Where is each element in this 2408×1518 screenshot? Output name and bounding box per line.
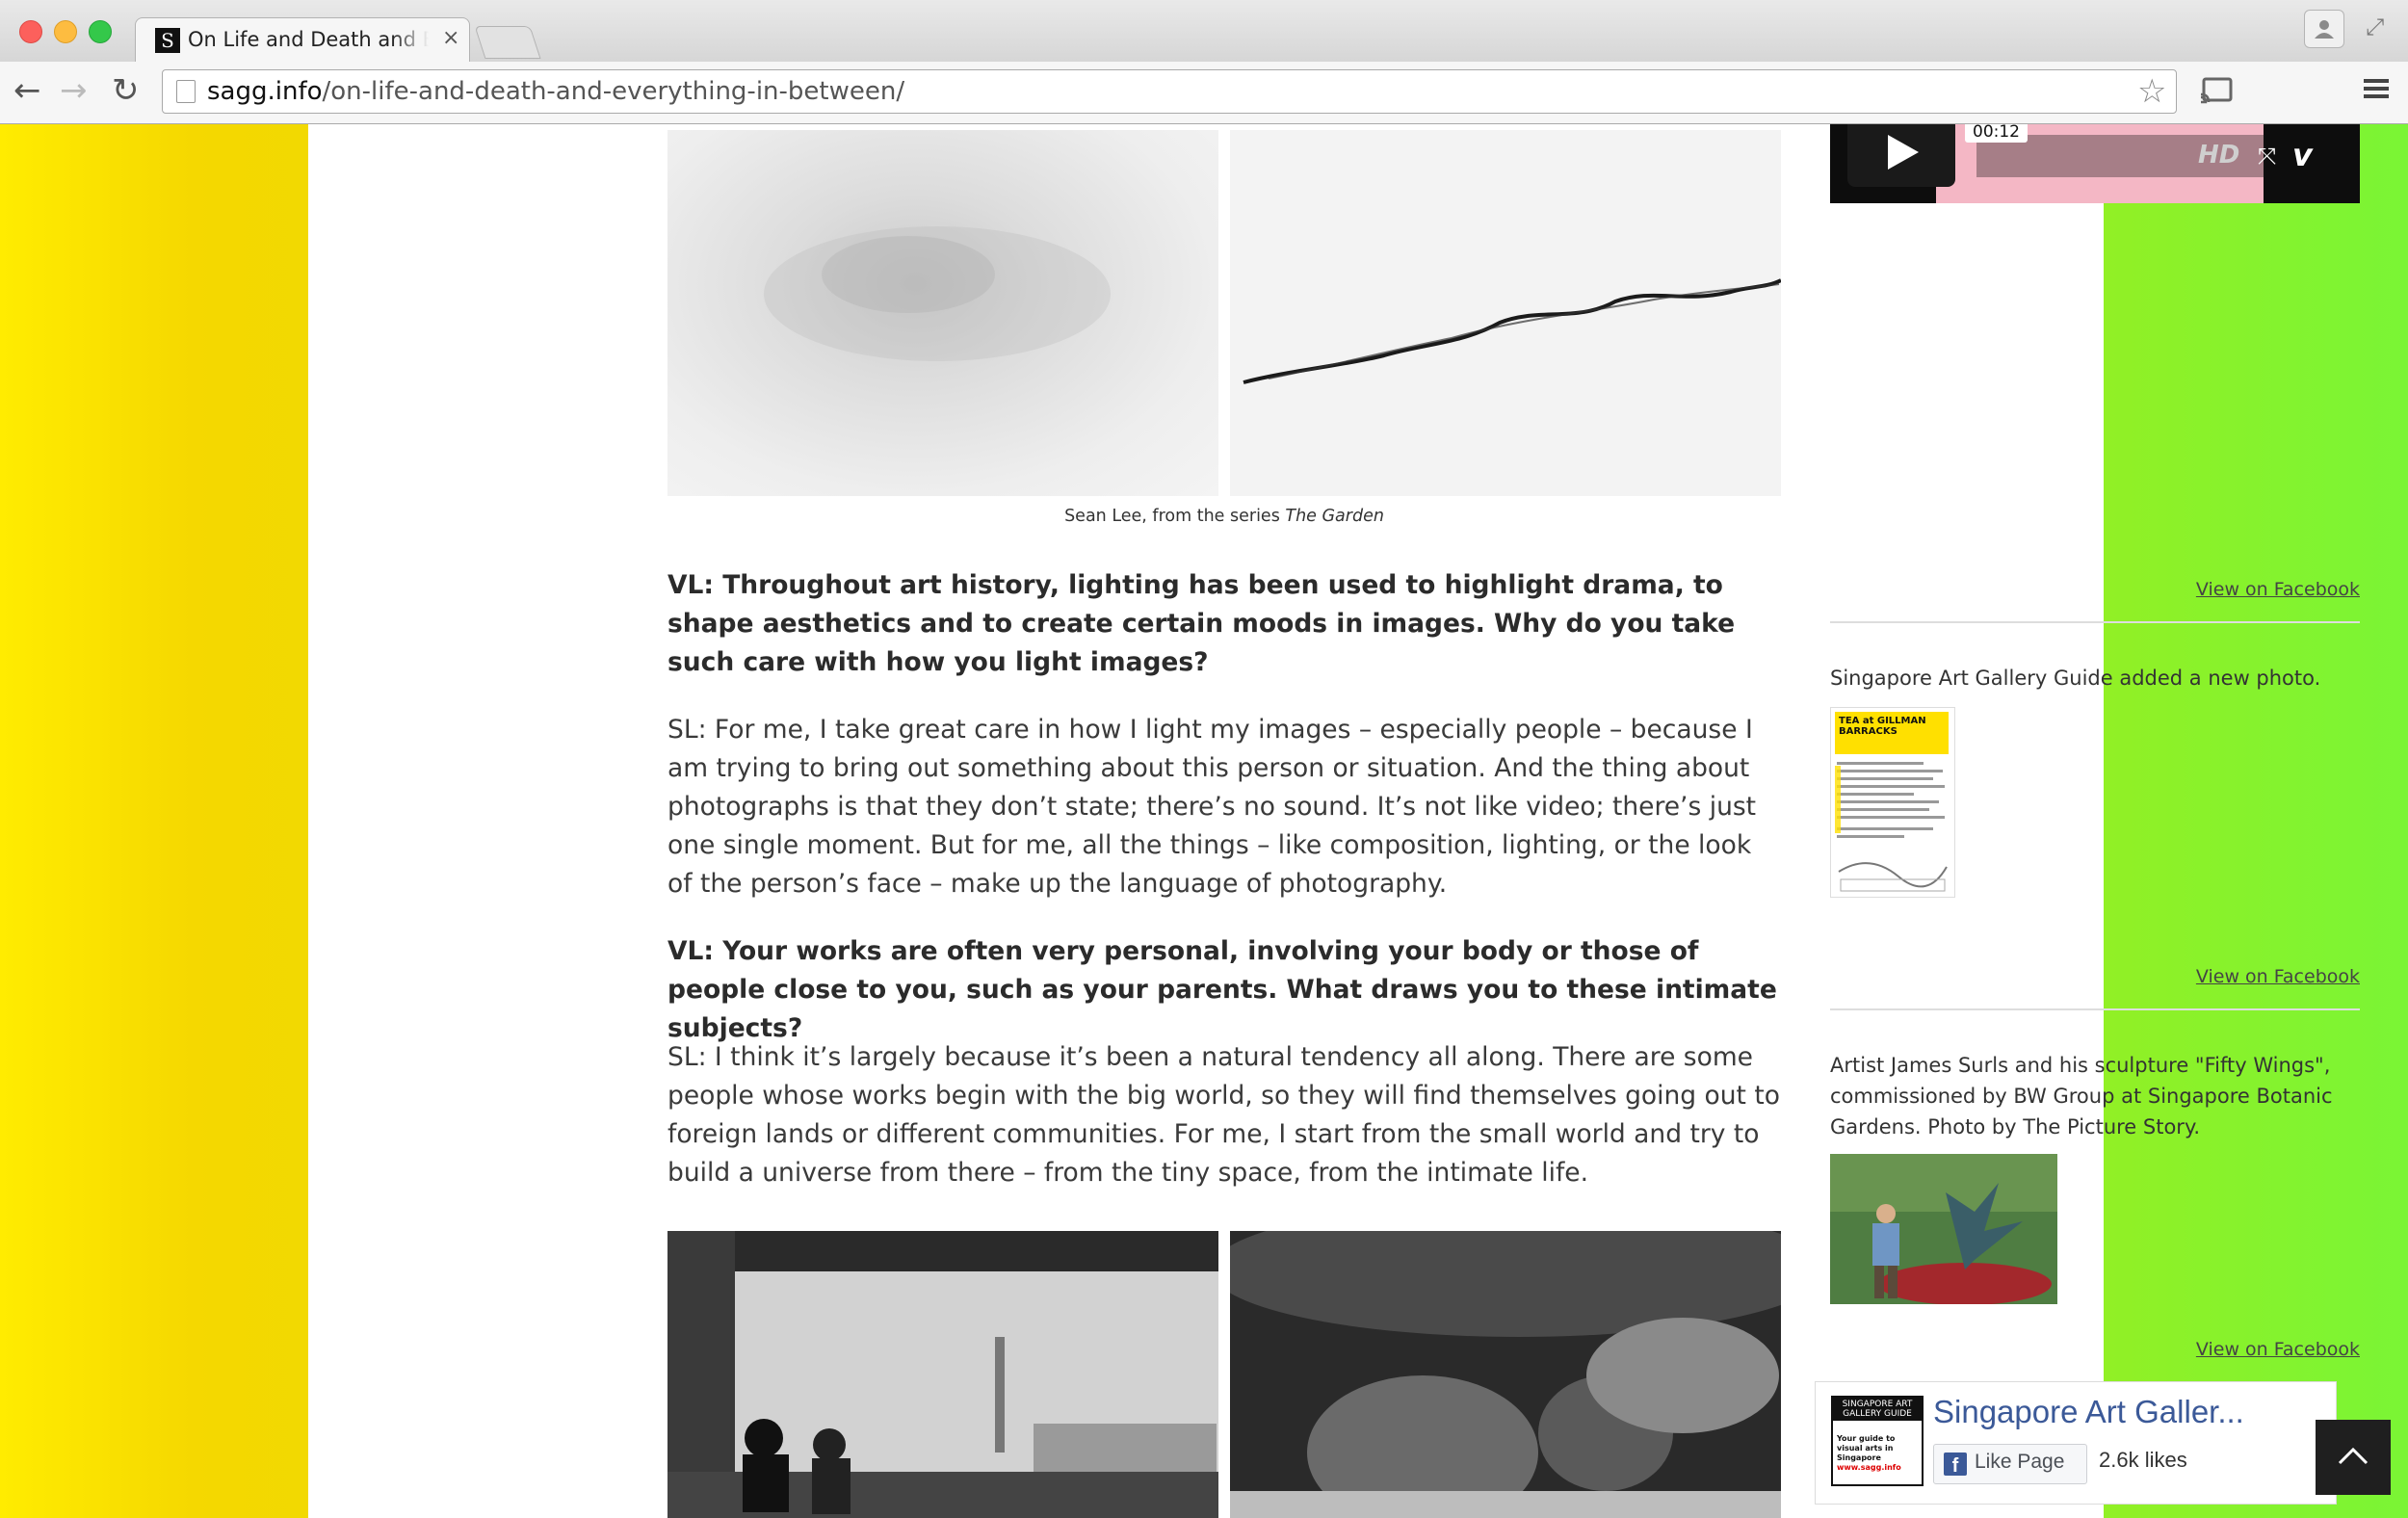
window-close-button[interactable]: [19, 20, 42, 43]
tab-bar: S On Life and Death and Everything in Be…: [0, 0, 2408, 63]
interview-question-2: VL: Your works are often very personal, …: [667, 936, 1777, 1043]
photo-couple-lying: [1230, 1231, 1781, 1518]
fullscreen-icon[interactable]: ⤢: [2366, 13, 2384, 40]
like-page-label: Like Page: [1975, 1451, 2065, 1473]
browser-chrome: S On Life and Death and Everything in Be…: [0, 0, 2408, 124]
photo-hair-line: [1230, 130, 1781, 496]
sculpture-photo[interactable]: [1830, 1154, 2057, 1304]
vimeo-video-player[interactable]: 00:12 HD ⤧ v: [1830, 123, 2360, 203]
photo-caption: Sean Lee, from the series The Garden: [667, 507, 1781, 526]
window-maximize-button[interactable]: [89, 20, 112, 43]
expand-icon[interactable]: ⤧: [2258, 143, 2276, 170]
flyer-thumbnail[interactable]: TEA at GILLMAN BARRACKS: [1830, 707, 1955, 898]
tab-close-icon[interactable]: ×: [442, 26, 459, 50]
video-time: 00:12: [1965, 123, 2028, 143]
view-on-facebook-link[interactable]: View on Facebook: [2196, 966, 2360, 987]
url-domain: sagg.info: [207, 77, 323, 106]
logo-url: www.sagg.info: [1837, 1463, 1901, 1472]
photo-skin-closeup: [667, 130, 1218, 496]
facebook-icon: f: [1944, 1453, 1967, 1477]
fb-page-name-link[interactable]: Singapore Art Galler...: [1933, 1394, 2244, 1430]
menu-icon[interactable]: [2362, 75, 2391, 102]
browser-tab-active[interactable]: S On Life and Death and Everything in Be…: [135, 17, 470, 63]
chevron-up-icon: [2338, 1447, 2369, 1465]
video-play-button[interactable]: [1847, 123, 1955, 187]
address-bar[interactable]: sagg.info/on-life-and-death-and-everythi…: [162, 69, 2177, 114]
logo-banner: SINGAPORE ART GALLERY GUIDE: [1833, 1398, 1922, 1421]
interview-answer-2: SL: I think it’s largely because it’s be…: [667, 1042, 1780, 1188]
likes-count: 2.6k likes: [2099, 1448, 2187, 1472]
page-icon: [176, 80, 196, 103]
fb-post-text: Singapore Art Gallery Guide added a new …: [1830, 667, 2321, 690]
divider: [1830, 621, 2360, 623]
page-background: Sean Lee, from the series The Garden VL:…: [0, 123, 2408, 1518]
like-page-button[interactable]: f Like Page: [1933, 1444, 2087, 1484]
url-path: /on-life-and-death-and-everything-in-bet…: [322, 77, 905, 106]
flyer-content: [1835, 762, 1948, 892]
couple-scene: [1230, 1231, 1781, 1518]
forward-arrow-icon[interactable]: →: [60, 71, 88, 110]
browser-toolbar: ← → ↻ sagg.info/on-life-and-death-and-ev…: [0, 62, 2408, 124]
logo-tagline: Your guide to visual arts in Singapore: [1837, 1434, 1896, 1462]
site-favicon-icon: S: [155, 28, 180, 53]
sagg-logo[interactable]: SINGAPORE ART GALLERY GUIDE Your guide t…: [1831, 1396, 1924, 1486]
hd-toggle[interactable]: HD: [2198, 141, 2239, 170]
bookmark-star-icon[interactable]: ☆: [2137, 72, 2166, 111]
content-panel: Sean Lee, from the series The Garden VL:…: [308, 123, 2360, 1518]
back-arrow-icon[interactable]: ←: [13, 71, 41, 110]
vimeo-logo-icon[interactable]: v: [2292, 137, 2313, 173]
fb-post-text: Artist James Surls and his sculpture "Fi…: [1830, 1054, 2333, 1138]
view-on-facebook-link[interactable]: View on Facebook: [2196, 1339, 2360, 1360]
photo-balcony-view: [667, 1231, 1218, 1518]
balcony-scene: [667, 1231, 1218, 1518]
scroll-to-top-button[interactable]: [2316, 1420, 2391, 1495]
url-text[interactable]: sagg.info/on-life-and-death-and-everythi…: [207, 77, 904, 106]
play-icon: [1888, 135, 1919, 170]
caption-series: The Garden: [1285, 507, 1384, 526]
tab-title: On Life and Death and Everything in Betw…: [188, 28, 429, 51]
sculpture-scene: [1830, 1154, 2057, 1304]
caption-text: Sean Lee, from the series: [1064, 507, 1286, 526]
hair-line-drawing: [1243, 278, 1781, 384]
divider: [1830, 1008, 2360, 1010]
profile-icon: [2315, 20, 2334, 39]
cast-icon[interactable]: [2200, 77, 2233, 104]
view-on-facebook-link[interactable]: View on Facebook: [2196, 579, 2360, 600]
skin-texture: [764, 226, 1111, 361]
new-tab-button[interactable]: [474, 26, 541, 59]
interview-answer-1: SL: For me, I take great care in how I l…: [667, 715, 1757, 899]
window-minimize-button[interactable]: [54, 20, 77, 43]
sidebar: 00:12 HD ⤧ v View on Facebook Singapore …: [1815, 123, 2360, 1518]
reload-icon[interactable]: ↻: [112, 71, 140, 110]
logo-line-1: SINGAPORE ART: [1842, 1400, 1913, 1409]
interview-question-1: VL: Throughout art history, lighting has…: [667, 570, 1736, 677]
profile-button[interactable]: [2304, 10, 2344, 48]
logo-line-2: GALLERY GUIDE: [1843, 1409, 1912, 1419]
facebook-page-widget: SINGAPORE ART GALLERY GUIDE Your guide t…: [1815, 1381, 2337, 1505]
